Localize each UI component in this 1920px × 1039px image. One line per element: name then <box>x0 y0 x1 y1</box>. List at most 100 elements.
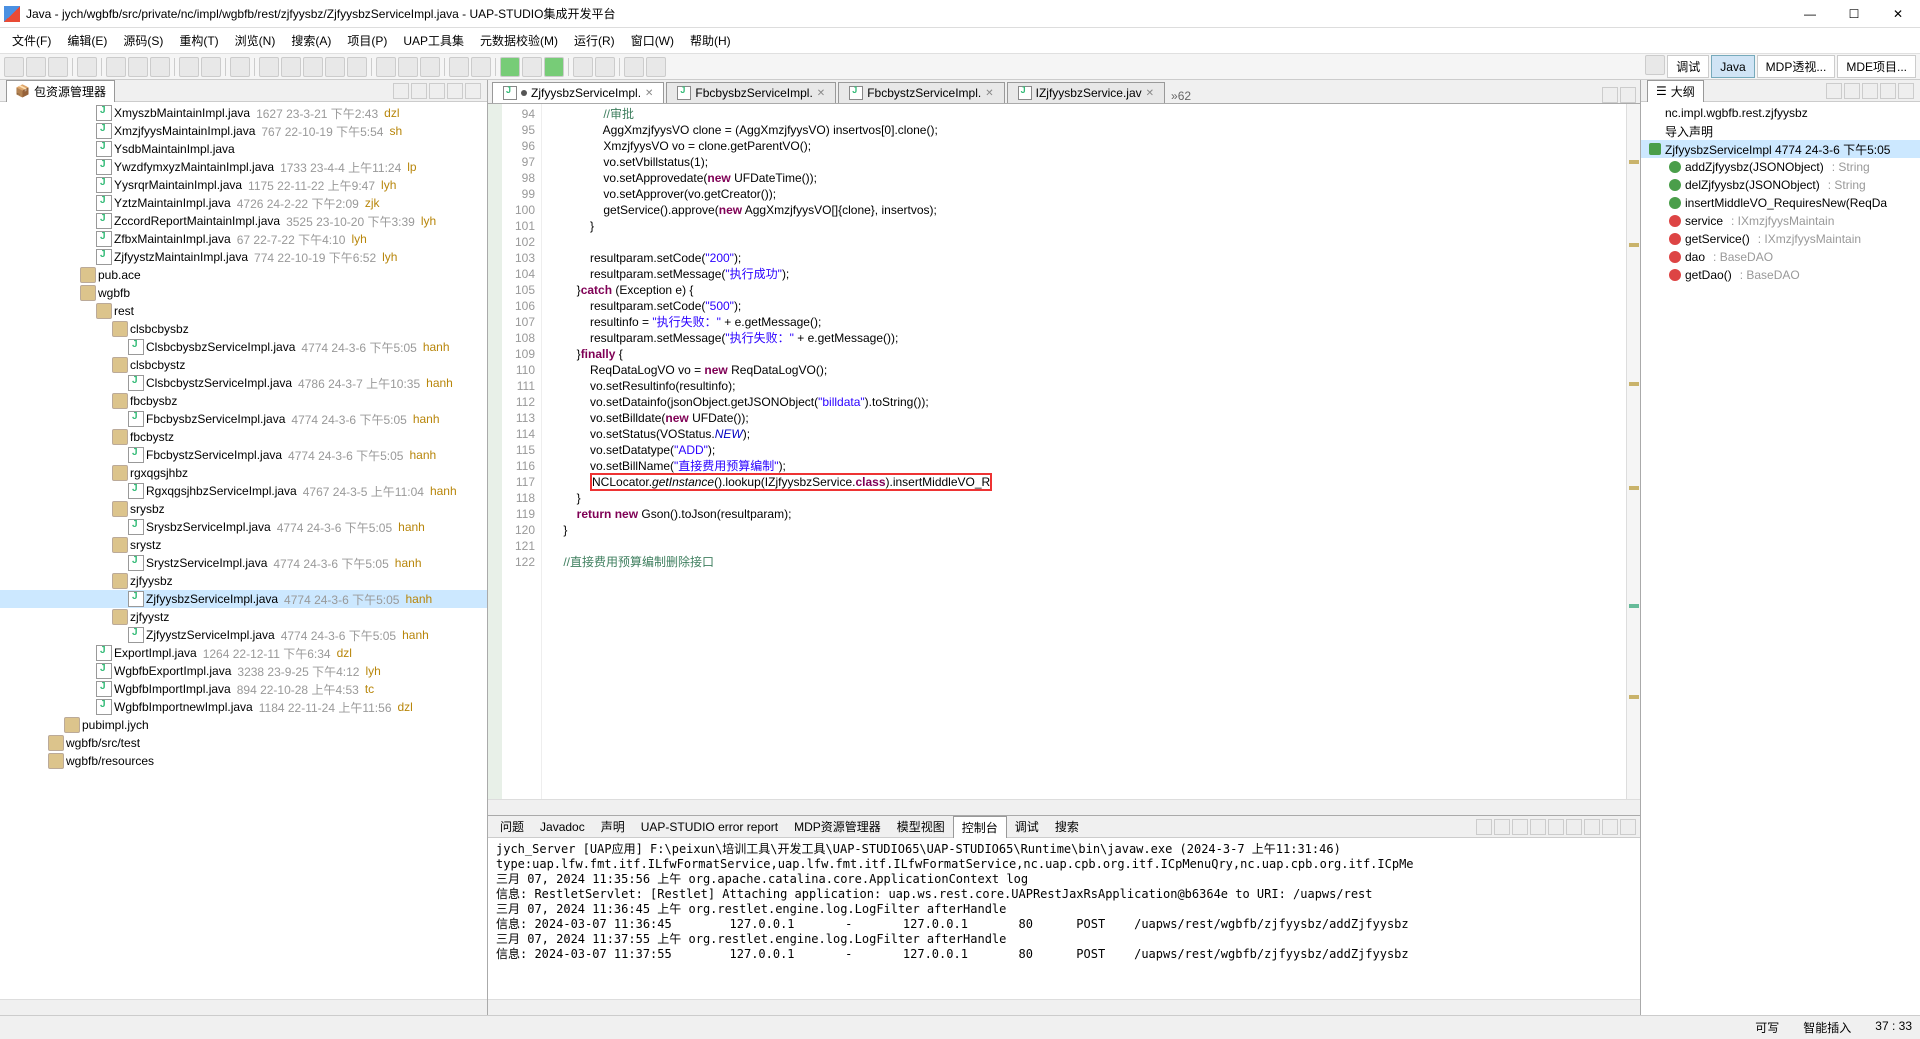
tree-item[interactable]: wgbfb <box>0 284 487 302</box>
pin-button[interactable] <box>1548 819 1564 835</box>
tree-item[interactable]: ZjfyysbzServiceImpl.java4774 24-3-6 下午5:… <box>0 590 487 608</box>
tree-item[interactable]: rgxqgsjhbz <box>0 464 487 482</box>
close-tab-icon[interactable]: ✕ <box>645 88 653 99</box>
scroll-lock-button[interactable] <box>1530 819 1546 835</box>
tree-item[interactable]: clsbcbysbz <box>0 320 487 338</box>
tree-item[interactable]: wgbfb/src/test <box>0 734 487 752</box>
back-button[interactable] <box>624 57 644 77</box>
code-editor[interactable]: 9495969798991001011021031041051061071081… <box>488 104 1640 799</box>
bottom-tab[interactable]: 控制台 <box>953 816 1007 838</box>
tool-5[interactable] <box>347 57 367 77</box>
tree-item[interactable]: fbcbysbz <box>0 392 487 410</box>
tree-item[interactable]: XmzjfyysMaintainImpl.java767 22-10-19 下午… <box>0 122 487 140</box>
outline-item[interactable]: getService(): IXmzjfyysMaintain <box>1641 230 1920 248</box>
overview-ruler[interactable] <box>1626 104 1640 799</box>
outline-item[interactable]: service: IXmzjfyysMaintain <box>1641 212 1920 230</box>
console-h-scroll[interactable] <box>488 999 1640 1015</box>
save-all-button[interactable] <box>48 57 68 77</box>
clear-button[interactable] <box>1512 819 1528 835</box>
tree-item[interactable]: wgbfb/resources <box>0 752 487 770</box>
tool-7[interactable] <box>398 57 418 77</box>
bottom-tab[interactable]: 搜索 <box>1047 816 1087 837</box>
tool-nav1[interactable] <box>573 57 593 77</box>
close-button[interactable]: ✕ <box>1880 2 1916 26</box>
tree-item[interactable]: YsdbMaintainImpl.java <box>0 140 487 158</box>
new-pkg-button[interactable] <box>179 57 199 77</box>
menu-item[interactable]: 运行(R) <box>566 32 623 49</box>
menu-item[interactable]: 帮助(H) <box>682 32 739 49</box>
tree-item[interactable]: pub.ace <box>0 266 487 284</box>
run-green[interactable] <box>500 57 520 77</box>
close-tab-icon[interactable]: ✕ <box>985 88 993 99</box>
tree-item[interactable]: WgbfbImportnewImpl.java1184 22-11-24 上午1… <box>0 698 487 716</box>
open-perspective-button[interactable] <box>1645 55 1665 75</box>
search-button[interactable] <box>230 57 250 77</box>
run-arrow[interactable] <box>544 57 564 77</box>
display-button[interactable] <box>1566 819 1582 835</box>
open-button[interactable] <box>1584 819 1600 835</box>
link-editor-button[interactable] <box>411 83 427 99</box>
build-button[interactable] <box>77 57 97 77</box>
marker-bar[interactable] <box>488 104 502 799</box>
package-explorer-tab[interactable]: 📦 包资源管理器 <box>6 80 115 102</box>
tool-8[interactable] <box>420 57 440 77</box>
tree-item[interactable]: clsbcbystz <box>0 356 487 374</box>
menu-item[interactable]: 源码(S) <box>115 32 171 49</box>
tree-item[interactable]: ZccordReportMaintainImpl.java3525 23-10-… <box>0 212 487 230</box>
tree-item[interactable]: XmyszbMaintainImpl.java1627 23-3-21 下午2:… <box>0 104 487 122</box>
tool-3[interactable] <box>303 57 323 77</box>
tool-10[interactable] <box>471 57 491 77</box>
bottom-tab[interactable]: 模型视图 <box>889 816 953 837</box>
outline-filter-button[interactable] <box>1844 83 1860 99</box>
outline-menu-button[interactable] <box>1862 83 1878 99</box>
editor-tab[interactable]: ZjfyysbzServiceImpl.✕ <box>492 82 664 103</box>
bottom-tab[interactable]: 问题 <box>492 816 532 837</box>
tree-item[interactable]: FbcbysbzServiceImpl.java4774 24-3-6 下午5:… <box>0 410 487 428</box>
tool-6[interactable] <box>376 57 396 77</box>
tree-item[interactable]: ZjfyystzMaintainImpl.java774 22-10-19 下午… <box>0 248 487 266</box>
maximize-button[interactable]: ☐ <box>1836 2 1872 26</box>
perspective-button[interactable]: Java <box>1711 55 1754 78</box>
menu-item[interactable]: 编辑(E) <box>59 32 115 49</box>
tree-item[interactable]: WgbfbExportImpl.java3238 23-9-25 下午4:12l… <box>0 662 487 680</box>
bottom-tab[interactable]: Javadoc <box>532 818 593 836</box>
forward-button[interactable] <box>646 57 666 77</box>
editor-h-scroll[interactable] <box>488 799 1640 815</box>
outline-item[interactable]: addZjfyysbz(JSONObject): String <box>1641 158 1920 176</box>
outline-item[interactable]: getDao(): BaseDAO <box>1641 266 1920 284</box>
tree-item[interactable]: zjfyysbz <box>0 572 487 590</box>
outline-item[interactable]: dao: BaseDAO <box>1641 248 1920 266</box>
min-button[interactable] <box>1602 819 1618 835</box>
tree-item[interactable]: FbcbystzServiceImpl.java4774 24-3-6 下午5:… <box>0 446 487 464</box>
view-menu-button[interactable] <box>429 83 445 99</box>
maximize-view-button[interactable] <box>465 83 481 99</box>
menu-item[interactable]: 元数据校验(M) <box>472 32 566 49</box>
outline-item[interactable]: 导入声明 <box>1641 122 1920 140</box>
editor-max-button[interactable] <box>1620 87 1636 103</box>
tree-item[interactable]: RgxqgsjhbzServiceImpl.java4767 24-3-5 上午… <box>0 482 487 500</box>
tree-item[interactable]: zjfyystz <box>0 608 487 626</box>
run-last-button[interactable] <box>150 57 170 77</box>
tree-item[interactable]: ExportImpl.java1264 22-12-11 下午6:34dzl <box>0 644 487 662</box>
outline-item[interactable]: delZjfyysbz(JSONObject): String <box>1641 176 1920 194</box>
new-button[interactable] <box>4 57 24 77</box>
menu-item[interactable]: 窗口(W) <box>623 32 682 49</box>
tree-item[interactable]: YztzMaintainImpl.java4726 24-2-22 下午2:09… <box>0 194 487 212</box>
save-button[interactable] <box>26 57 46 77</box>
menu-item[interactable]: 搜索(A) <box>283 32 339 49</box>
tree-item[interactable]: pubimpl.jych <box>0 716 487 734</box>
tool-1[interactable] <box>259 57 279 77</box>
tree-item[interactable]: srysbz <box>0 500 487 518</box>
outline-item[interactable]: insertMiddleVO_RequiresNew(ReqDa <box>1641 194 1920 212</box>
outline-sort-button[interactable] <box>1826 83 1842 99</box>
outline-item[interactable]: ZjfyysbzServiceImpl 4774 24-3-6 下午5:05 <box>1641 140 1920 158</box>
tree-item[interactable]: ClsbcbystzServiceImpl.java4786 24-3-7 上午… <box>0 374 487 392</box>
bottom-tab[interactable]: 调试 <box>1007 816 1047 837</box>
minimize-button[interactable]: — <box>1792 2 1828 26</box>
tree-item[interactable]: SrystzServiceImpl.java4774 24-3-6 下午5:05… <box>0 554 487 572</box>
menu-item[interactable]: 浏览(N) <box>227 32 284 49</box>
tool-2[interactable] <box>281 57 301 77</box>
outline-tab[interactable]: ☰ 大纲 <box>1647 80 1704 102</box>
menu-item[interactable]: 文件(F) <box>4 32 59 49</box>
menu-item[interactable]: 重构(T) <box>171 32 226 49</box>
